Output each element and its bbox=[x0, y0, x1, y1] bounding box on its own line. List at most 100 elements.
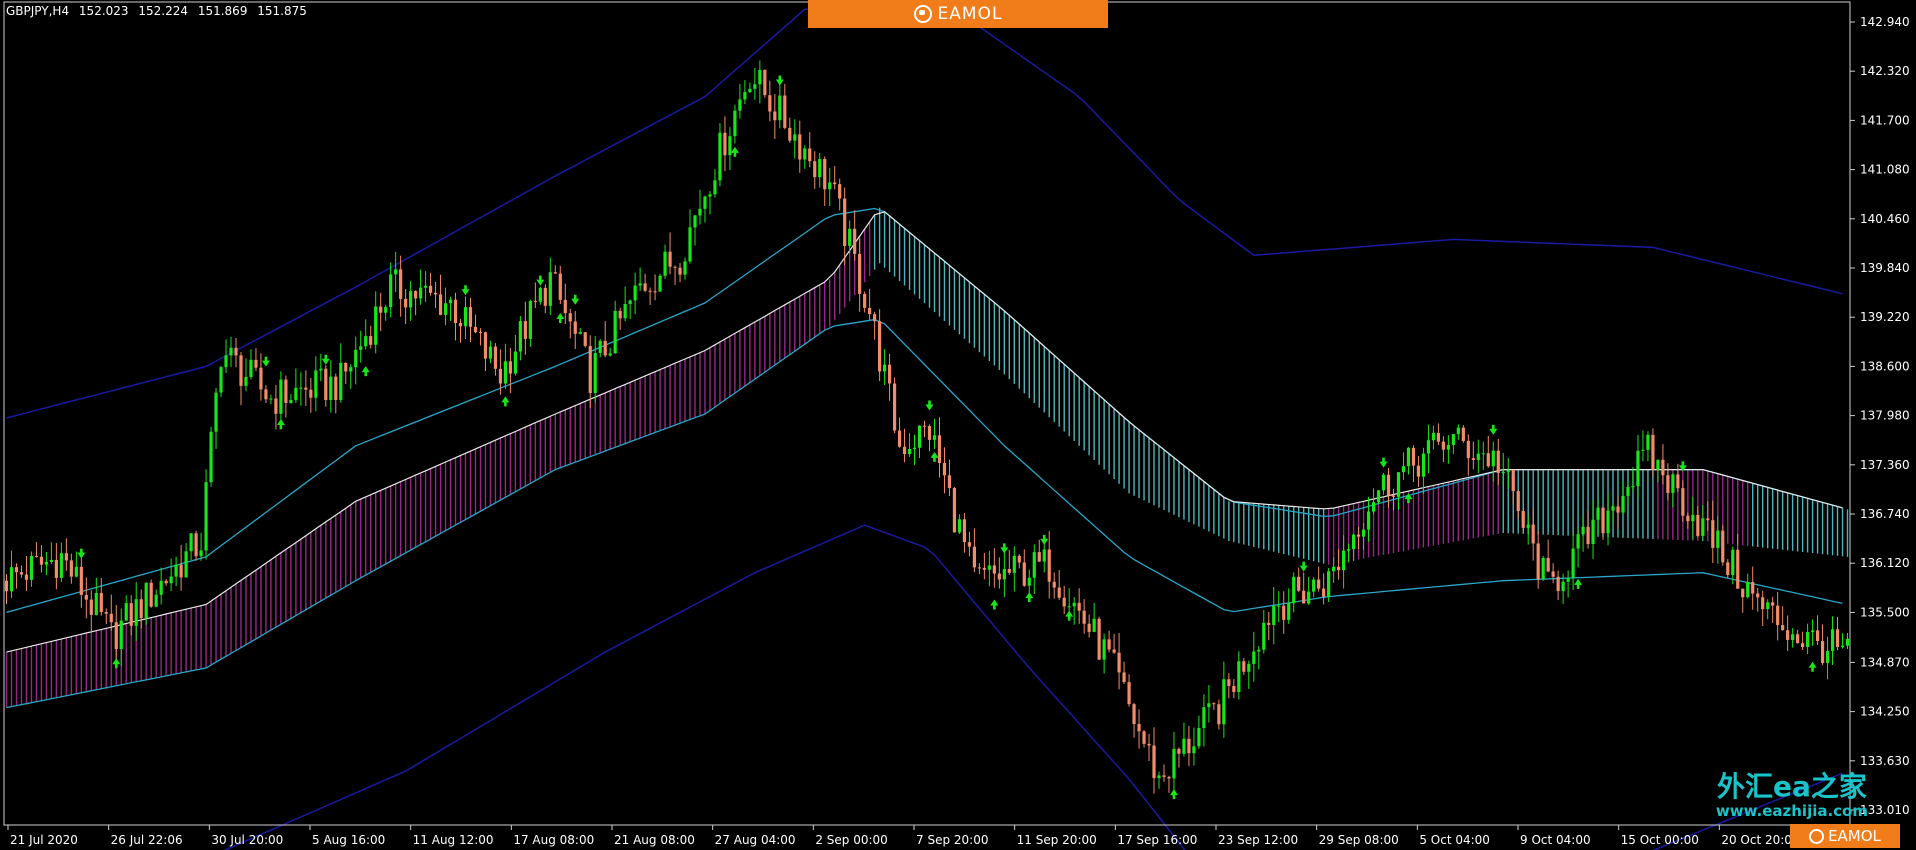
candle-body bbox=[1521, 510, 1525, 528]
candle-body bbox=[264, 389, 268, 400]
candle-body bbox=[1516, 491, 1520, 511]
candle-body bbox=[1626, 487, 1630, 496]
candle-body bbox=[1781, 625, 1785, 631]
candle-body bbox=[344, 362, 348, 372]
candle-body bbox=[863, 293, 867, 308]
candle-body bbox=[379, 306, 383, 313]
price-chart[interactable]: 142.940 142.320 141.700 141.080 140.460 139.8… bbox=[0, 0, 1916, 850]
candle-body bbox=[753, 84, 757, 89]
candle-body bbox=[1217, 704, 1221, 725]
candle-body bbox=[853, 228, 857, 254]
up-arrow-icon bbox=[1574, 578, 1583, 589]
candle-body bbox=[1212, 703, 1216, 705]
candle-body bbox=[448, 299, 453, 304]
up-arrow-icon bbox=[1025, 592, 1034, 603]
candle-body bbox=[19, 572, 24, 575]
candle-body bbox=[922, 425, 927, 427]
candle-body bbox=[823, 159, 827, 190]
candle-body bbox=[628, 300, 632, 304]
candle-body bbox=[1746, 582, 1750, 598]
up-arrow-icon bbox=[501, 396, 510, 407]
candle-body bbox=[1431, 432, 1436, 441]
candle-body bbox=[9, 567, 14, 592]
candle-body bbox=[573, 321, 577, 334]
candle-body bbox=[1711, 520, 1715, 548]
candle-body bbox=[1002, 569, 1006, 580]
candle-body bbox=[1646, 434, 1650, 450]
candle-body bbox=[1716, 530, 1720, 548]
x-tick-label: 9 Oct 04:00 bbox=[1520, 833, 1591, 847]
candle-body bbox=[1092, 618, 1096, 632]
candle-body bbox=[124, 603, 128, 621]
candle-body bbox=[1541, 557, 1545, 580]
candle-body bbox=[14, 567, 19, 573]
candle-body bbox=[349, 367, 353, 372]
axis-layer: 142.940 142.320 141.700 141.080 140.460 139.8… bbox=[3, 1, 1910, 847]
candle-body bbox=[937, 435, 942, 464]
y-tick-label: 139.840 bbox=[1860, 261, 1910, 275]
down-arrow-icon bbox=[321, 354, 330, 365]
candle-body bbox=[538, 287, 542, 302]
candle-body bbox=[1292, 576, 1296, 604]
candle-body bbox=[1641, 449, 1645, 451]
inner-lower-band bbox=[6, 318, 1843, 709]
candle-body bbox=[1511, 469, 1515, 492]
candle-body bbox=[498, 368, 503, 384]
candle-body bbox=[528, 300, 532, 339]
candle-body bbox=[394, 269, 398, 275]
candle-body bbox=[423, 285, 428, 288]
candle-body bbox=[339, 362, 343, 401]
candle-body bbox=[997, 573, 1001, 580]
candle-body bbox=[1297, 576, 1301, 591]
up-arrow-icon bbox=[1065, 610, 1074, 621]
up-arrow-icon bbox=[930, 451, 939, 462]
candle-body bbox=[1501, 471, 1505, 474]
candle-body bbox=[618, 310, 622, 319]
candle-body bbox=[768, 95, 772, 112]
candle-body bbox=[688, 227, 692, 262]
candle-body bbox=[643, 283, 647, 291]
candle-body bbox=[1441, 441, 1445, 450]
candle-body bbox=[159, 580, 163, 595]
candle-body bbox=[1691, 514, 1695, 522]
candle-body bbox=[678, 267, 682, 275]
open-price: 152.023 bbox=[78, 4, 129, 18]
candle-body bbox=[1072, 602, 1076, 607]
candle-body bbox=[1810, 630, 1815, 632]
x-tick-label: 29 Sep 08:00 bbox=[1319, 833, 1399, 847]
candle-body bbox=[1596, 507, 1600, 520]
candle-body bbox=[1391, 495, 1396, 497]
candle-body bbox=[1801, 643, 1805, 647]
candle-body bbox=[1052, 581, 1056, 588]
candle-body bbox=[1107, 639, 1111, 650]
candle-body bbox=[29, 555, 34, 580]
candle-body bbox=[992, 565, 996, 574]
x-tick-label: 20 Oct 20:00 bbox=[1721, 833, 1799, 847]
logo-text-small: EAMOL bbox=[1828, 827, 1881, 845]
candle-body bbox=[369, 336, 373, 345]
candle-body bbox=[578, 332, 582, 334]
candle-body bbox=[543, 287, 547, 306]
candle-body bbox=[808, 148, 812, 162]
candle-body bbox=[1731, 549, 1735, 576]
candle-body bbox=[1416, 465, 1421, 477]
candle-body bbox=[758, 69, 762, 85]
candle-body bbox=[99, 593, 103, 613]
candle-body bbox=[374, 306, 378, 345]
candle-body bbox=[1142, 731, 1146, 744]
candle-body bbox=[962, 519, 967, 543]
x-tick-label: 17 Aug 08:00 bbox=[513, 833, 594, 847]
candle-body bbox=[1756, 593, 1760, 598]
candle-body bbox=[144, 582, 148, 619]
candle-body bbox=[793, 134, 797, 141]
watermark-cn: 外汇ea之家 bbox=[1717, 770, 1867, 803]
candle-body bbox=[1287, 603, 1291, 620]
candle-body bbox=[1835, 629, 1840, 647]
candle-body bbox=[553, 272, 557, 274]
candle-body bbox=[1581, 526, 1585, 535]
candle-body bbox=[773, 111, 777, 121]
candle-body bbox=[1172, 748, 1176, 779]
y-tick-label: 139.220 bbox=[1860, 310, 1910, 324]
candle-body bbox=[1356, 534, 1361, 537]
candle-body bbox=[698, 208, 702, 216]
